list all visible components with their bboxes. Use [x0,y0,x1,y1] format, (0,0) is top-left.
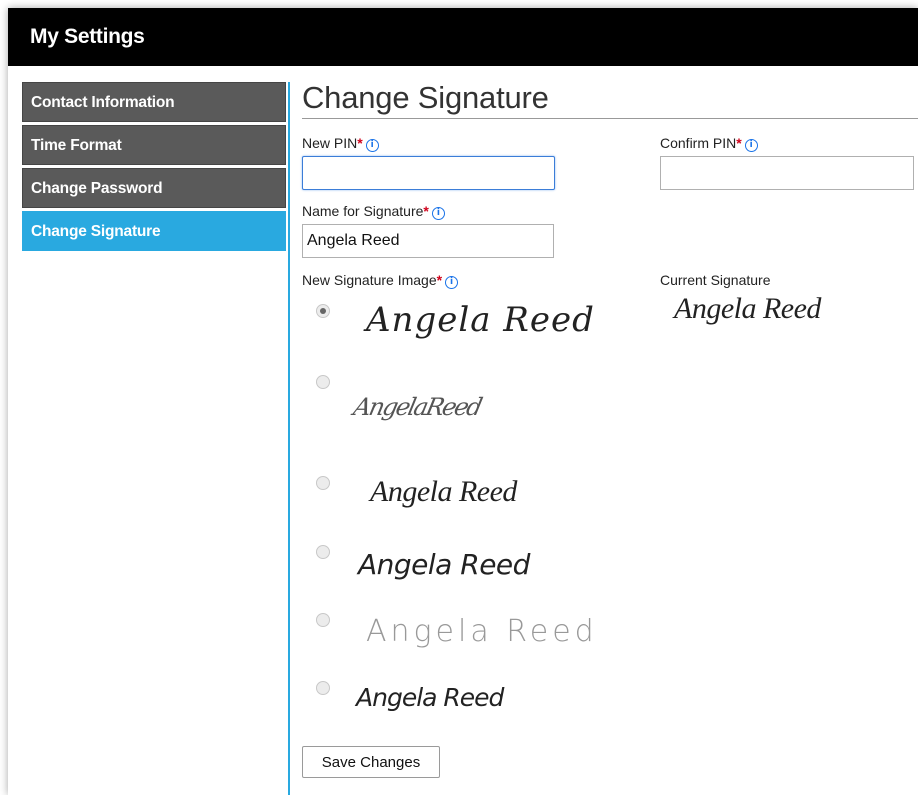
current-signature-image: Angela Reed [674,292,821,325]
signature-option-6-radio[interactable] [316,681,330,695]
signature-option-2-image[interactable]: AngelaReed [351,393,483,421]
signature-option-5-image[interactable]: Angela Reed [366,614,598,649]
new-signature-image-label: New Signature Image [302,272,437,288]
signature-option-5-radio[interactable] [316,613,330,627]
confirm-pin-label-row: Confirm PIN* i [660,135,758,152]
info-icon[interactable]: i [431,207,445,220]
required-asterisk: * [736,135,742,151]
new-signature-image-label-row: New Signature Image* i [302,272,459,289]
signature-option-4-image[interactable]: Angela Reed [358,548,530,581]
new-pin-label-row: New PIN* i [302,135,379,152]
signature-option-4-radio[interactable] [316,545,330,559]
required-asterisk: * [436,272,443,288]
sidebar-item-contact-information[interactable]: Contact Information [22,82,286,122]
info-icon[interactable]: i [744,139,758,152]
signature-option-3-image[interactable]: Angela Reed [370,475,517,509]
title-bar: My Settings [8,8,918,66]
required-asterisk: * [423,203,429,219]
confirm-pin-label: Confirm PIN [660,135,737,151]
sidebar-item-time-format[interactable]: Time Format [22,125,286,165]
signature-option-1-image[interactable]: Angela Reed [366,300,595,340]
confirm-pin-field[interactable] [660,156,914,190]
current-signature-label: Current Signature [660,272,771,288]
new-pin-label: New PIN [302,135,358,151]
signature-option-1-radio[interactable] [316,304,330,318]
save-changes-button[interactable]: Save Changes [302,746,440,778]
window-title: My Settings [30,25,145,48]
info-icon[interactable]: i [365,139,379,152]
sidebar-item-change-signature[interactable]: Change Signature [22,211,286,251]
signature-option-6-image[interactable]: Angela Reed [356,683,504,712]
signature-name-label: Name for Signature [302,203,424,219]
sidebar-item-change-password[interactable]: Change Password [22,168,286,208]
required-asterisk: * [357,135,363,151]
sidebar-divider [288,82,290,795]
sidebar: Contact Information Time Format Change P… [22,82,286,254]
new-pin-field[interactable] [302,156,555,190]
info-icon[interactable]: i [445,276,459,289]
signature-option-3-radio[interactable] [316,476,330,490]
page-title: Change Signature [302,80,549,115]
signature-name-field[interactable] [302,224,554,258]
signature-option-2-radio[interactable] [316,375,330,389]
signature-name-label-row: Name for Signature* i [302,203,445,220]
title-divider [302,118,918,119]
